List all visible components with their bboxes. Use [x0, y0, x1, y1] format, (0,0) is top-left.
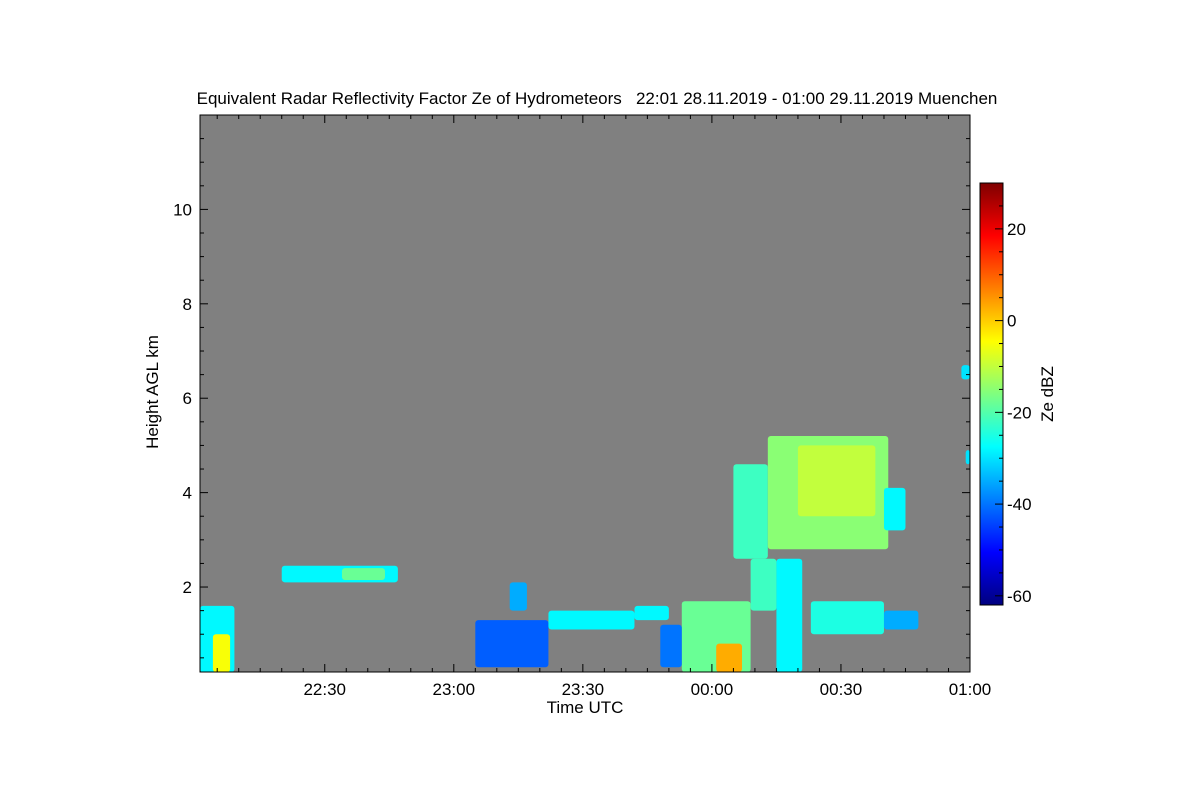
echo-region-13 — [733, 464, 768, 559]
y-tick-label: 4 — [183, 484, 192, 503]
y-tick-label: 8 — [183, 295, 192, 314]
colorbar-gradient — [979, 182, 1004, 606]
x-tick-label: 23:00 — [433, 680, 476, 699]
y-axis-label: Height AGL km — [143, 335, 162, 449]
echo-region-9 — [660, 624, 682, 668]
echo-region-16 — [883, 487, 906, 531]
echo-region-3 — [341, 568, 385, 580]
x-tick-label: 22:30 — [303, 680, 346, 699]
colorbar-tick-label: 20 — [1007, 220, 1026, 239]
colorbar-tick-label: 0 — [1007, 312, 1016, 331]
colorbar-tick-label: -60 — [1007, 587, 1032, 606]
x-axis-label: Time UTC — [547, 698, 624, 717]
echo-region-12 — [776, 558, 803, 672]
y-tick-label: 2 — [183, 578, 192, 597]
echo-region-6 — [634, 605, 669, 621]
x-tick-label: 00:30 — [820, 680, 863, 699]
x-tick-label: 23:30 — [562, 680, 605, 699]
radar-reflectivity-figure: Equivalent Radar Reflectivity Factor Ze … — [0, 0, 1200, 800]
colorbar-tick-label: -20 — [1007, 403, 1032, 422]
echo-region-19 — [961, 365, 970, 380]
echo-region-10 — [716, 643, 743, 672]
echo-region-4 — [475, 620, 549, 668]
plot-background — [200, 115, 970, 672]
echo-region-17 — [810, 601, 884, 635]
x-tick-label: 00:00 — [691, 680, 734, 699]
colorbar: -60 -40 -20 0 20 Ze dBZ — [979, 182, 1057, 606]
echo-region-11 — [750, 558, 777, 611]
echo-region-5 — [548, 610, 635, 630]
x-tick-label: 01:00 — [949, 680, 992, 699]
radar-chart: Equivalent Radar Reflectivity Factor Ze … — [143, 89, 1057, 717]
echo-region-7 — [509, 582, 527, 611]
colorbar-label: Ze dBZ — [1038, 366, 1057, 422]
echo-region-15 — [797, 445, 876, 517]
colorbar-tick-label: -40 — [1007, 495, 1032, 514]
echo-region-20 — [965, 450, 970, 465]
echo-region-18 — [883, 610, 919, 630]
y-tick-label: 10 — [173, 200, 192, 219]
y-tick-label: 6 — [183, 389, 192, 408]
echo-region-1 — [212, 634, 231, 672]
chart-title: Equivalent Radar Reflectivity Factor Ze … — [197, 89, 998, 108]
plot-area: 22:30 23:00 23:30 00:00 00:30 01:00 2 4 6 8 10 — [173, 114, 992, 699]
